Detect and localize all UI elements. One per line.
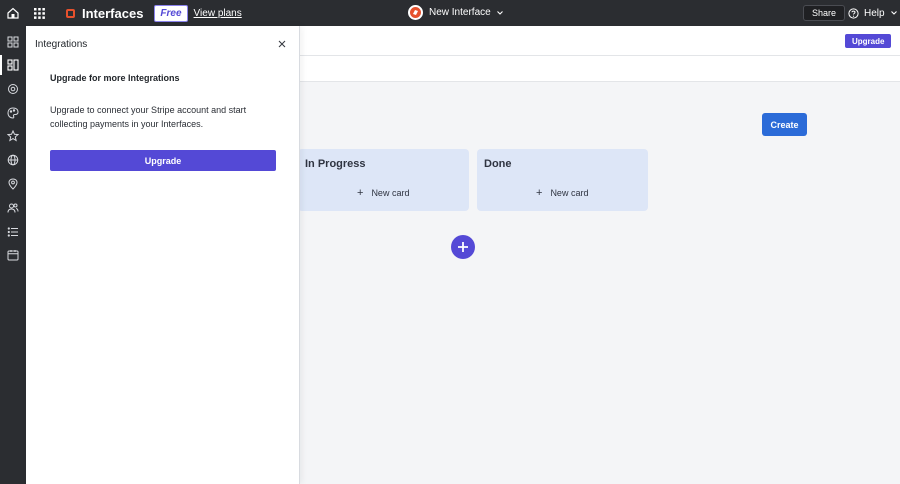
list-icon[interactable]	[5, 224, 21, 240]
home-icon[interactable]	[0, 0, 26, 26]
panel-description: Upgrade to connect your Stripe account a…	[50, 105, 247, 129]
new-card-button[interactable]: + New card	[357, 187, 409, 199]
layers-icon[interactable]	[5, 81, 21, 97]
interface-switcher[interactable]: New Interface	[408, 5, 505, 20]
app-name: Interfaces	[82, 5, 144, 21]
integrations-panel: Integrations Upgrade for more Integratio…	[26, 26, 300, 484]
column-title: Done	[484, 158, 512, 170]
new-card-label: New card	[371, 188, 410, 198]
panel-title: Integrations	[35, 39, 88, 50]
add-column-button[interactable]	[451, 235, 475, 259]
plus-icon	[458, 242, 468, 252]
users-icon[interactable]	[5, 200, 21, 216]
plus-icon: +	[357, 187, 364, 199]
plan-badge: Free	[154, 4, 188, 22]
help-label: Help	[864, 7, 885, 19]
share-button[interactable]: Share	[803, 5, 846, 21]
help-icon	[848, 7, 859, 19]
interfaces-logo-icon	[66, 8, 75, 18]
plus-icon: +	[536, 187, 543, 199]
location-icon[interactable]	[5, 176, 21, 192]
left-icon-rail	[0, 26, 26, 484]
palette-icon[interactable]	[5, 105, 21, 121]
top-bar: Interfaces Free View plans New Interface…	[0, 0, 900, 26]
panel-heading: Upgrade for more Integrations	[50, 73, 180, 83]
globe-icon[interactable]	[5, 152, 21, 168]
column-title: In Progress	[305, 158, 366, 170]
board-column-done: Done + New card	[477, 149, 648, 211]
pages-icon[interactable]	[0, 55, 21, 75]
board-column-in-progress: In Progress + New card	[298, 149, 469, 211]
apps-grid-icon[interactable]	[26, 0, 52, 26]
panel-upgrade-button[interactable]: Upgrade	[50, 150, 276, 171]
chevron-down-icon	[890, 11, 897, 15]
calendar-icon[interactable]	[5, 247, 21, 263]
create-button[interactable]: Create	[762, 113, 807, 136]
chevron-down-icon	[496, 10, 503, 15]
star-icon[interactable]	[5, 128, 21, 144]
brand-icon	[408, 5, 423, 20]
interfaces-icon[interactable]	[5, 34, 21, 50]
new-card-label: New card	[550, 188, 589, 198]
interface-title: New Interface	[429, 7, 491, 18]
new-card-button[interactable]: + New card	[536, 187, 588, 199]
close-icon[interactable]	[276, 38, 288, 50]
header-upgrade-button[interactable]: Upgrade	[845, 34, 892, 48]
view-plans-link[interactable]: View plans	[194, 8, 242, 19]
help-menu[interactable]: Help	[848, 5, 899, 21]
